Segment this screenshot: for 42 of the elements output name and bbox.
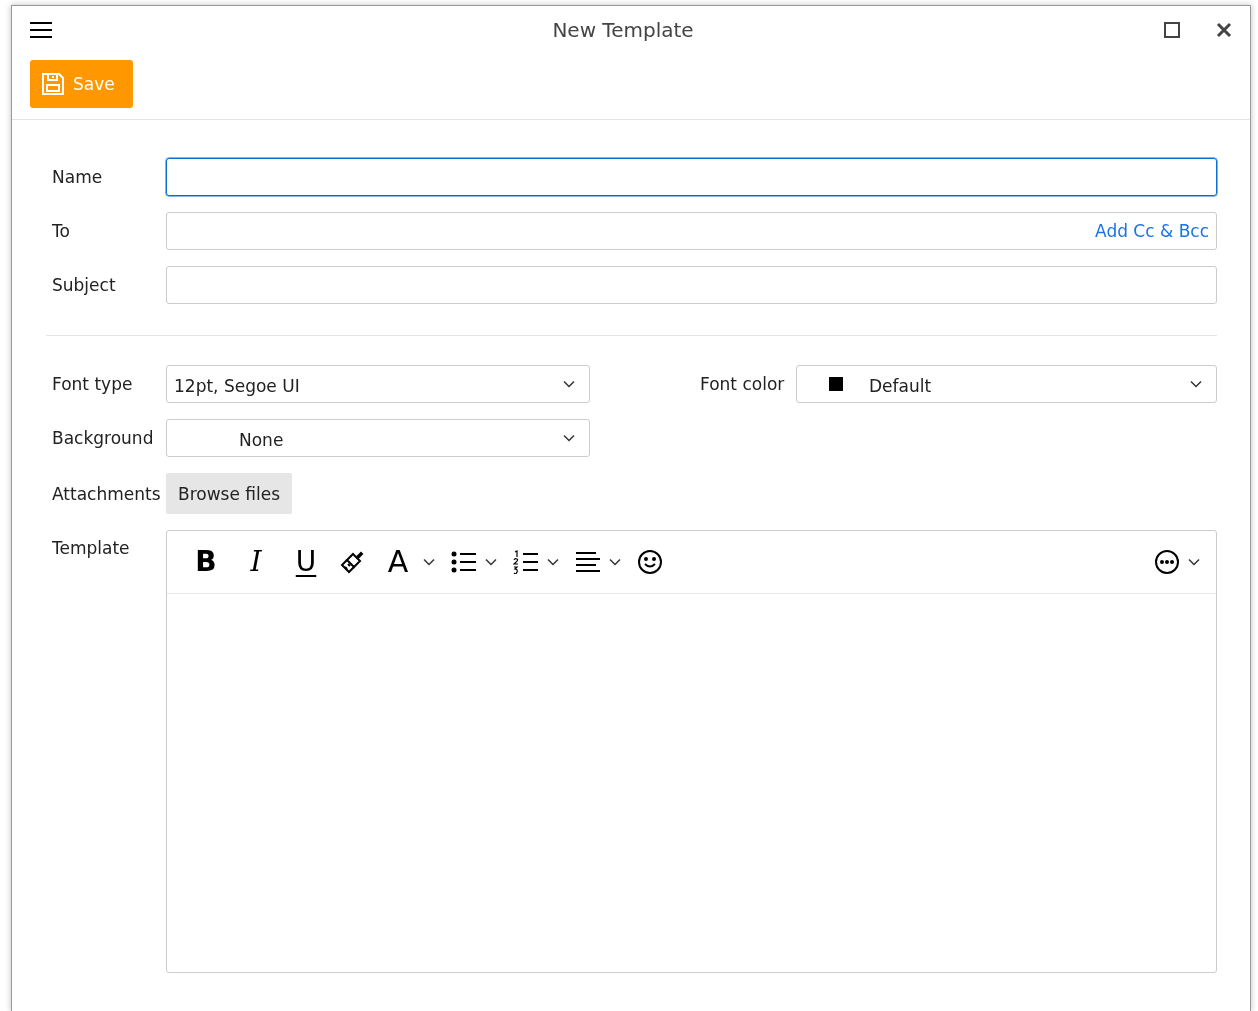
field-label: Template [51, 537, 131, 558]
underline-tool-button[interactable]: U [283, 542, 329, 582]
chevron-down-icon [563, 380, 575, 388]
bold-icon: B [189, 548, 223, 576]
browse-files-button[interactable]: Browse files [166, 473, 293, 514]
align-left-icon [575, 551, 601, 573]
bold-tool-button[interactable]: B [183, 542, 229, 582]
bulleted-list-icon [451, 550, 477, 574]
italic-tool-button[interactable]: I [233, 542, 279, 582]
caret-icon [547, 558, 559, 566]
chevron-down-icon [563, 434, 575, 442]
field-label: Subject [51, 275, 117, 295]
smiley-icon [637, 549, 663, 575]
window-title: New Template [551, 18, 695, 42]
numbered-list-icon [513, 550, 539, 574]
caret-icon [609, 558, 621, 566]
underline-icon: U [289, 548, 323, 576]
font-icon: A [381, 547, 415, 577]
close-icon[interactable] [1216, 22, 1232, 38]
paintbrush-icon [339, 549, 365, 575]
font-tool-button[interactable]: A [375, 542, 441, 582]
background-dropdown[interactable]: None [166, 419, 590, 457]
more-icon [1154, 549, 1180, 575]
caret-icon [485, 558, 497, 566]
chevron-down-icon [1190, 380, 1202, 388]
add-cc-bcc-link[interactable]: Add Cc & Bcc [1095, 221, 1209, 241]
field-label: Background [51, 428, 155, 448]
font-color-dropdown[interactable]: Default [796, 365, 1217, 403]
field-label: To [51, 221, 71, 241]
caret-icon [423, 558, 435, 566]
field-label: Font type [51, 374, 134, 394]
maximize-icon[interactable] [1164, 22, 1180, 38]
field-label: Font color [699, 374, 786, 394]
text-field[interactable] [166, 158, 1217, 196]
text-field[interactable]: Add Cc & Bcc [166, 212, 1217, 250]
font-type-dropdown[interactable]: 12pt, Segoe UI [166, 365, 590, 403]
field-label: Name [51, 167, 104, 187]
italic-icon: I [239, 548, 273, 576]
field-label: Attachments [51, 483, 162, 504]
caret-icon [1188, 558, 1200, 566]
swatch-icon [829, 377, 843, 391]
menu-icon[interactable] [30, 22, 52, 38]
